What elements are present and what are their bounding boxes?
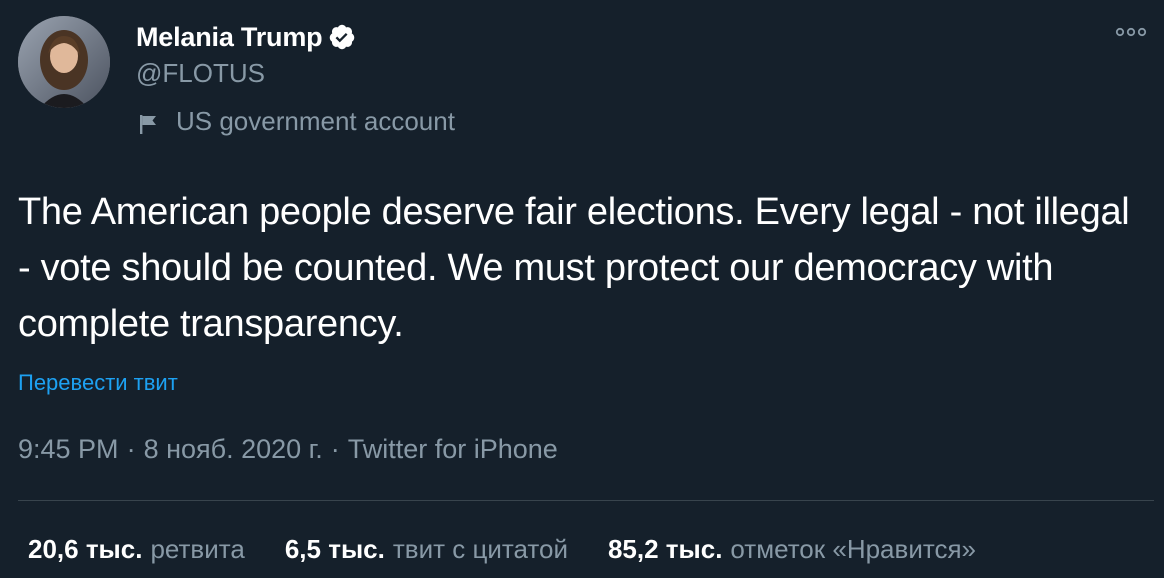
avatar-image bbox=[18, 16, 110, 108]
divider bbox=[18, 500, 1154, 501]
likes-stat[interactable]: 85,2 тыс. отметок «Нравится» bbox=[608, 534, 976, 565]
user-name-row: Melania Trump bbox=[136, 20, 356, 54]
likes-count: 85,2 тыс. bbox=[607, 534, 723, 564]
engagement-stats: 20,6 тыс. ретвита 6,5 тыс. твит с цитато… bbox=[28, 534, 976, 565]
retweets-count: 20,6 тыс. bbox=[28, 534, 143, 564]
tweet-date[interactable]: 8 нояб. 2020 г. bbox=[144, 434, 323, 465]
separator: · bbox=[126, 434, 136, 464]
retweets-stat[interactable]: 20,6 тыс. ретвита bbox=[28, 534, 245, 565]
display-name[interactable]: Melania Trump bbox=[136, 22, 323, 53]
tweet-text: The American people deserve fair electio… bbox=[18, 191, 1130, 345]
flag-icon bbox=[138, 111, 160, 134]
separator: · bbox=[330, 434, 340, 464]
government-account-label: US government account bbox=[138, 106, 455, 137]
user-handle[interactable]: @FLOTUS bbox=[136, 58, 265, 89]
tweet-source[interactable]: Twitter for iPhone bbox=[348, 434, 558, 465]
tweet-metadata: 9:45 PM · 8 нояб. 2020 г. · Twitter for … bbox=[18, 434, 558, 465]
quote-tweets-count: 6,5 тыс. bbox=[284, 534, 385, 564]
tweet-time[interactable]: 9:45 PM bbox=[18, 434, 119, 465]
account-label-text: US government account bbox=[176, 106, 455, 136]
quote-tweets-stat[interactable]: 6,5 тыс. твит с цитатой bbox=[285, 534, 568, 565]
more-options-icon[interactable] bbox=[1114, 22, 1148, 42]
verified-badge-icon bbox=[328, 23, 356, 51]
retweets-label: ретвита bbox=[150, 534, 245, 564]
translate-tweet-link[interactable]: Перевести твит bbox=[18, 370, 178, 396]
avatar[interactable] bbox=[18, 16, 110, 108]
tweet-card: Melania Trump @FLOTUS US government acco… bbox=[0, 0, 1164, 578]
quote-tweets-label: твит с цитатой bbox=[392, 534, 568, 564]
likes-label: отметок «Нравится» bbox=[730, 534, 977, 564]
